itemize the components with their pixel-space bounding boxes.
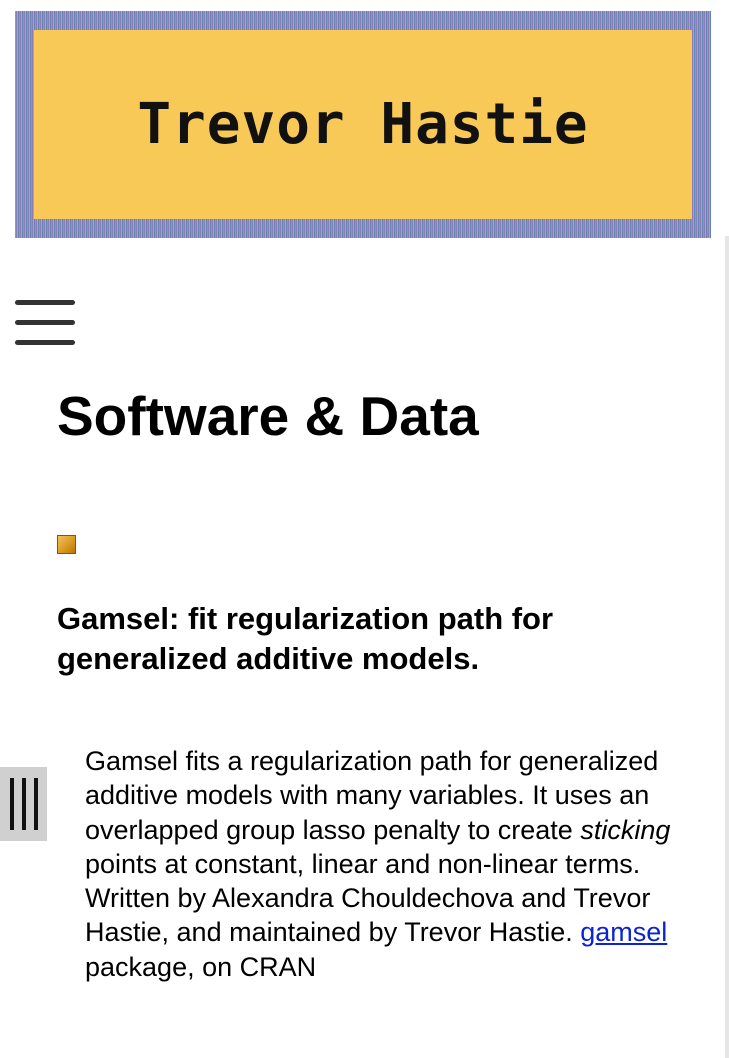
handle-bar xyxy=(9,778,14,830)
entry-description: Gamsel fits a regularization path for ge… xyxy=(85,744,685,984)
entry-title: Gamsel: fit regularization path for gene… xyxy=(57,601,554,676)
vertical-bars-icon[interactable] xyxy=(0,767,47,841)
banner-panel: Trevor Hastie xyxy=(34,30,692,219)
handle-bar xyxy=(21,778,26,830)
gamsel-package-link[interactable]: gamsel xyxy=(580,917,667,947)
description-text: points at constant, linear and non-linea… xyxy=(85,848,651,948)
menu-bar-middle xyxy=(15,320,75,325)
scrollbar-track[interactable] xyxy=(725,236,729,1058)
description-text: Gamsel fits a regularization path for ge… xyxy=(85,746,659,845)
site-banner: Trevor Hastie xyxy=(15,11,711,238)
page-title: Software & Data xyxy=(57,385,479,447)
menu-bar-bottom xyxy=(15,340,75,345)
hamburger-menu-icon[interactable] xyxy=(15,298,75,348)
description-text: package, on CRAN xyxy=(85,951,317,982)
site-title: Trevor Hastie xyxy=(137,92,589,157)
gold-square-icon xyxy=(57,535,76,554)
description-emphasis: sticking xyxy=(580,814,671,845)
handle-bar xyxy=(33,778,38,830)
page: Trevor Hastie Software & Data Gamsel: fi… xyxy=(0,0,729,1058)
menu-bar-top xyxy=(15,300,75,305)
